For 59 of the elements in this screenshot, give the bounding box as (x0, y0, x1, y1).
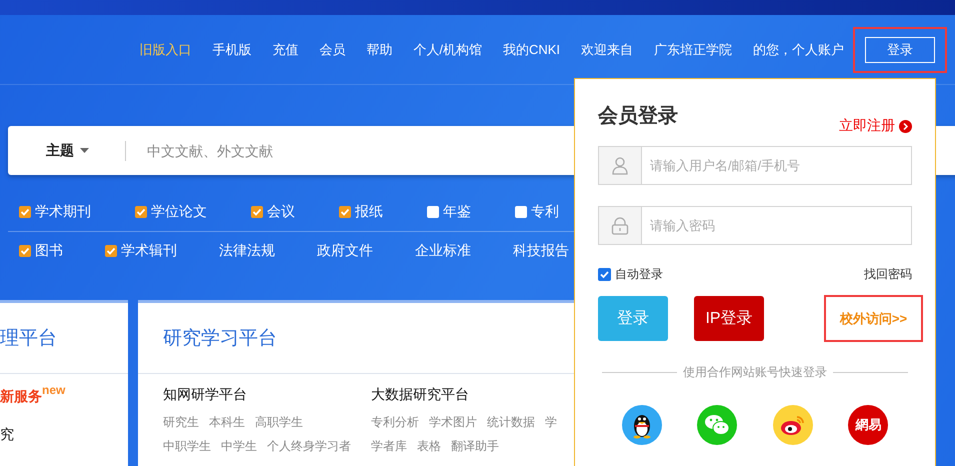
database-checkbox[interactable]: 会议 (251, 203, 295, 221)
caret-icon (80, 148, 89, 153)
platform-link[interactable]: 表格 (417, 438, 441, 454)
database-link[interactable]: 企业标准 (415, 242, 471, 260)
lock-icon (611, 216, 629, 234)
nav-link[interactable]: 旧版入口 (139, 40, 192, 58)
platform-link[interactable]: 高职学生 (255, 414, 303, 430)
platform-link[interactable]: 个人终身学习者 (267, 438, 351, 454)
login-button[interactable]: 登录 (598, 296, 668, 341)
platform-link[interactable]: 翻译助手 (451, 438, 499, 454)
database-checkbox[interactable]: 专利 (515, 203, 559, 221)
field-selector[interactable]: 主题 (46, 142, 89, 160)
institution-name: 广东培正学院 (654, 40, 732, 58)
nav-link[interactable]: 帮助 (366, 40, 392, 58)
off-campus-link[interactable]: 校外访问>> (824, 295, 923, 342)
nav-link[interactable]: 手机版 (212, 40, 252, 58)
forgot-password-link[interactable]: 找回密码 (864, 266, 912, 283)
chevron-circle-icon (899, 120, 912, 132)
database-checkbox[interactable]: 图书 (19, 242, 63, 260)
auto-login-checkbox[interactable]: 自动登录 (598, 266, 663, 283)
database-checkbox[interactable]: 报纸 (339, 203, 383, 221)
nav-link[interactable]: 充值 (272, 40, 298, 58)
platform-link[interactable]: 中职学生 (163, 438, 211, 454)
platform-link[interactable]: 中学生 (221, 438, 257, 454)
database-link[interactable]: 科技报告 (513, 242, 569, 260)
popup-title: 会员登录 (598, 104, 678, 129)
nav-link[interactable]: 个人/机构馆 (413, 40, 482, 58)
platform-link[interactable]: 研究生 (163, 414, 199, 430)
register-link[interactable]: 立即注册 (839, 117, 912, 135)
database-checkbox[interactable]: 学位论文 (135, 203, 207, 221)
section-heading[interactable]: 究 (0, 426, 14, 444)
welcome-text: 欢迎来自 (581, 40, 633, 58)
panel-title: 理平台 (0, 327, 57, 351)
section-heading[interactable]: 新服务$^{new}$ (0, 388, 66, 406)
username-box[interactable]: 请输入用户名/邮箱/手机号 (598, 146, 912, 185)
database-link[interactable]: 法律法规 (219, 242, 275, 260)
ip-login-button[interactable]: IP登录 (694, 296, 764, 341)
nav-link[interactable]: 我的CNKI (502, 40, 560, 58)
platform-link[interactable]: 学术图片 (429, 414, 477, 430)
platform-link[interactable]: 统计数据 (487, 414, 535, 430)
netease-logo[interactable]: 網易 (848, 405, 888, 445)
database-checkbox[interactable]: 年鉴 (427, 203, 471, 221)
penguin-icon[interactable] (622, 405, 662, 445)
platform-link[interactable]: 学者库 (371, 438, 407, 454)
password-box[interactable]: 请输入密码 (598, 206, 912, 245)
platform-link[interactable]: 专利分析 (371, 414, 419, 430)
eye-icon[interactable] (772, 405, 813, 445)
database-link[interactable]: 政府文件 (317, 242, 373, 260)
user-icon (612, 156, 628, 174)
panel-title: 研究学习平台 (163, 327, 277, 351)
database-checkbox[interactable]: 学术期刊 (19, 203, 91, 221)
database-checkbox[interactable]: 学术辑刊 (105, 242, 177, 260)
platform-link[interactable]: 学 (545, 414, 557, 430)
divider-text: 使用合作网站账号快速登录 (683, 364, 827, 381)
account-text: 的您，个人账户 (753, 40, 844, 58)
nav-link[interactable]: 会员 (319, 40, 346, 58)
section-heading[interactable]: 知网研学平台 (163, 386, 371, 404)
login-button[interactable]: 登录 (865, 36, 935, 62)
platform-link[interactable]: 本科生 (209, 414, 245, 430)
